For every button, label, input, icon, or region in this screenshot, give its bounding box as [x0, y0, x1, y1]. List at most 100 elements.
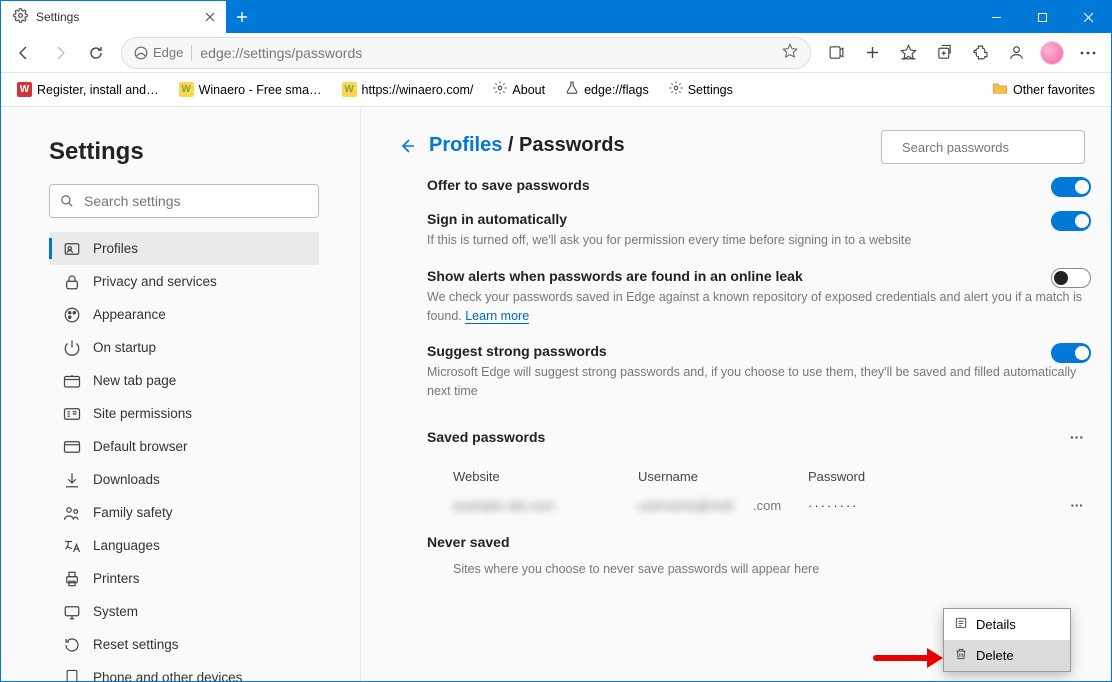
leak-alerts-toggle[interactable] — [1051, 268, 1091, 288]
never-saved-heading: Never saved — [427, 534, 1085, 550]
nav-languages[interactable]: Languages — [49, 529, 319, 562]
search-icon — [60, 194, 74, 208]
nav-profiles[interactable]: Profiles — [49, 232, 319, 265]
auto-signin-desc: If this is turned off, we'll ask you for… — [427, 231, 1085, 250]
settings-back-button[interactable] — [397, 136, 417, 156]
bookmark-item[interactable]: Whttps://winaero.com/ — [334, 78, 482, 101]
site-identity: Edge — [134, 45, 183, 60]
reset-icon — [63, 636, 81, 654]
profile-avatar[interactable] — [1035, 37, 1069, 69]
never-saved-desc: Sites where you choose to never save pas… — [453, 560, 1085, 579]
profile-card-icon — [63, 240, 81, 258]
nav-downloads[interactable]: Downloads — [49, 463, 319, 496]
details-icon — [954, 616, 968, 633]
family-icon — [63, 504, 81, 522]
settings-title: Settings — [49, 138, 340, 166]
account-icon[interactable] — [999, 37, 1033, 69]
collections-icon[interactable] — [927, 37, 961, 69]
nav-refresh-button[interactable] — [79, 37, 113, 69]
saved-pw-more-icon[interactable]: ··· — [1063, 423, 1091, 451]
menu-dots-icon[interactable] — [1071, 37, 1105, 69]
extensions-icon[interactable] — [963, 37, 997, 69]
favorites-icon[interactable] — [891, 37, 925, 69]
titlebar: Settings — [1, 1, 1111, 33]
address-url: edge://settings/passwords — [200, 45, 774, 61]
system-icon — [63, 603, 81, 621]
window-minimize-button[interactable] — [973, 1, 1019, 33]
breadcrumb-link[interactable]: Profiles — [429, 134, 502, 156]
passwords-search-input[interactable] — [900, 139, 1080, 156]
permissions-icon — [63, 405, 81, 423]
nav-default-browser[interactable]: Default browser — [49, 430, 319, 463]
bookmark-item[interactable]: WRegister, install and… — [9, 78, 167, 101]
bookmark-item[interactable]: Settings — [661, 77, 741, 102]
col-username: Username — [638, 469, 808, 484]
browser-toolbar: Edge edge://settings/passwords — [1, 33, 1111, 73]
password-table-header: Website Username Password — [453, 469, 1085, 484]
saved-pw-heading: Saved passwords ··· — [427, 423, 1085, 451]
col-website: Website — [453, 469, 638, 484]
settings-search[interactable] — [49, 184, 319, 218]
nav-printers[interactable]: Printers — [49, 562, 319, 595]
menu-delete[interactable]: Delete — [944, 640, 1070, 671]
read-aloud-icon[interactable] — [819, 37, 853, 69]
nav-site-permissions[interactable]: Site permissions — [49, 397, 319, 430]
bookmark-item[interactable]: WWinaero - Free sma… — [171, 78, 330, 101]
flask-icon — [565, 81, 579, 98]
favorite-star-icon[interactable] — [782, 43, 798, 62]
trash-icon — [954, 647, 968, 664]
tab-close-icon[interactable] — [202, 9, 218, 25]
gear-icon — [493, 81, 507, 98]
row-more-icon[interactable]: ··· — [1063, 492, 1091, 520]
new-tab-button[interactable] — [226, 1, 258, 33]
bookmark-item[interactable]: About — [485, 77, 553, 102]
leak-alerts-desc: We check your passwords saved in Edge ag… — [427, 288, 1085, 326]
nav-phone[interactable]: Phone and other devices — [49, 661, 319, 681]
download-icon — [63, 471, 81, 489]
row-website[interactable]: example-site.com — [453, 498, 638, 513]
lock-icon — [63, 273, 81, 291]
gear-icon — [13, 8, 28, 26]
nav-appearance[interactable]: Appearance — [49, 298, 319, 331]
auto-signin-toggle[interactable] — [1051, 211, 1091, 231]
phone-icon — [63, 669, 81, 682]
breadcrumb: Profiles / Passwords — [429, 134, 625, 157]
bookmark-item[interactable]: edge://flags — [557, 77, 657, 102]
row-username: username@mail.com — [638, 498, 808, 513]
gear-icon — [669, 81, 683, 98]
bookmarks-bar: WRegister, install and… WWinaero - Free … — [1, 73, 1111, 107]
browser-tab[interactable]: Settings — [1, 1, 226, 33]
nav-startup[interactable]: On startup — [49, 331, 319, 364]
nav-privacy[interactable]: Privacy and services — [49, 265, 319, 298]
settings-main: Profiles / Passwords Offer to save passw… — [361, 108, 1111, 681]
nav-family[interactable]: Family safety — [49, 496, 319, 529]
nav-forward-button[interactable] — [43, 37, 77, 69]
settings-search-input[interactable] — [82, 192, 308, 210]
strong-pw-toggle[interactable] — [1051, 343, 1091, 363]
power-icon — [63, 339, 81, 357]
window-maximize-button[interactable] — [1019, 1, 1065, 33]
tab-title: Settings — [36, 10, 194, 24]
nav-newtab[interactable]: New tab page — [49, 364, 319, 397]
offer-save-toggle[interactable] — [1051, 177, 1091, 197]
leak-alerts-heading: Show alerts when passwords are found in … — [427, 268, 1085, 284]
passwords-search[interactable] — [881, 130, 1085, 164]
strong-pw-heading: Suggest strong passwords — [427, 343, 1085, 359]
address-bar[interactable]: Edge edge://settings/passwords — [121, 37, 811, 69]
learn-more-link[interactable]: Learn more — [465, 309, 529, 324]
nav-reset[interactable]: Reset settings — [49, 628, 319, 661]
plus-icon[interactable] — [855, 37, 889, 69]
annotation-arrow — [873, 648, 943, 668]
settings-sidebar: Settings Profiles Privacy and services A… — [1, 108, 361, 681]
folder-icon — [992, 81, 1008, 98]
password-row: example-site.com username@mail.com ·····… — [453, 492, 1085, 520]
nav-system[interactable]: System — [49, 595, 319, 628]
strong-pw-desc: Microsoft Edge will suggest strong passw… — [427, 363, 1085, 401]
window-close-button[interactable] — [1065, 1, 1111, 33]
printer-icon — [63, 570, 81, 588]
nav-back-button[interactable] — [7, 37, 41, 69]
language-icon — [63, 537, 81, 555]
other-favorites[interactable]: Other favorites — [984, 77, 1103, 102]
col-password: Password — [808, 469, 928, 484]
menu-details[interactable]: Details — [944, 609, 1070, 640]
